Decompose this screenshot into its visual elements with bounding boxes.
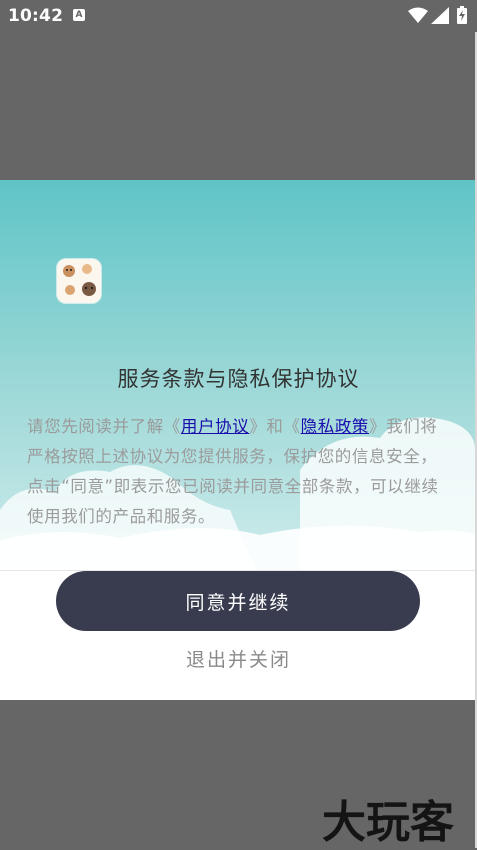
dialog-title: 服务条款与隐私保护协议 bbox=[117, 367, 360, 391]
privacy-policy-link[interactable]: 隐私政策 bbox=[301, 417, 369, 436]
agree-and-continue-button[interactable]: 同意并继续 bbox=[56, 571, 420, 631]
watermark-logo: 大玩客 bbox=[322, 797, 454, 848]
privacy-dialog: 服务条款与隐私保护协议 请您先阅读并了解《用户协议》和《隐私政策》我们将严格按照… bbox=[0, 180, 475, 700]
body-middle: 》和《 bbox=[249, 417, 301, 436]
cell-signal-icon bbox=[431, 7, 449, 24]
user-agreement-link[interactable]: 用户协议 bbox=[181, 417, 249, 436]
wifi-icon bbox=[408, 7, 428, 23]
status-bar: 10:42 A bbox=[0, 0, 477, 32]
app-icon bbox=[57, 259, 101, 303]
dialog-body-text: 请您先阅读并了解《用户协议》和《隐私政策》我们将严格按照上述协议为您提供服务，保… bbox=[27, 412, 441, 532]
exit-and-close-button[interactable]: 退出并关闭 bbox=[0, 645, 475, 672]
battery-charging-icon bbox=[457, 6, 467, 24]
status-time: 10:42 bbox=[8, 6, 64, 26]
notification-icon: A bbox=[73, 9, 85, 21]
body-prefix: 请您先阅读并了解《 bbox=[27, 417, 181, 436]
